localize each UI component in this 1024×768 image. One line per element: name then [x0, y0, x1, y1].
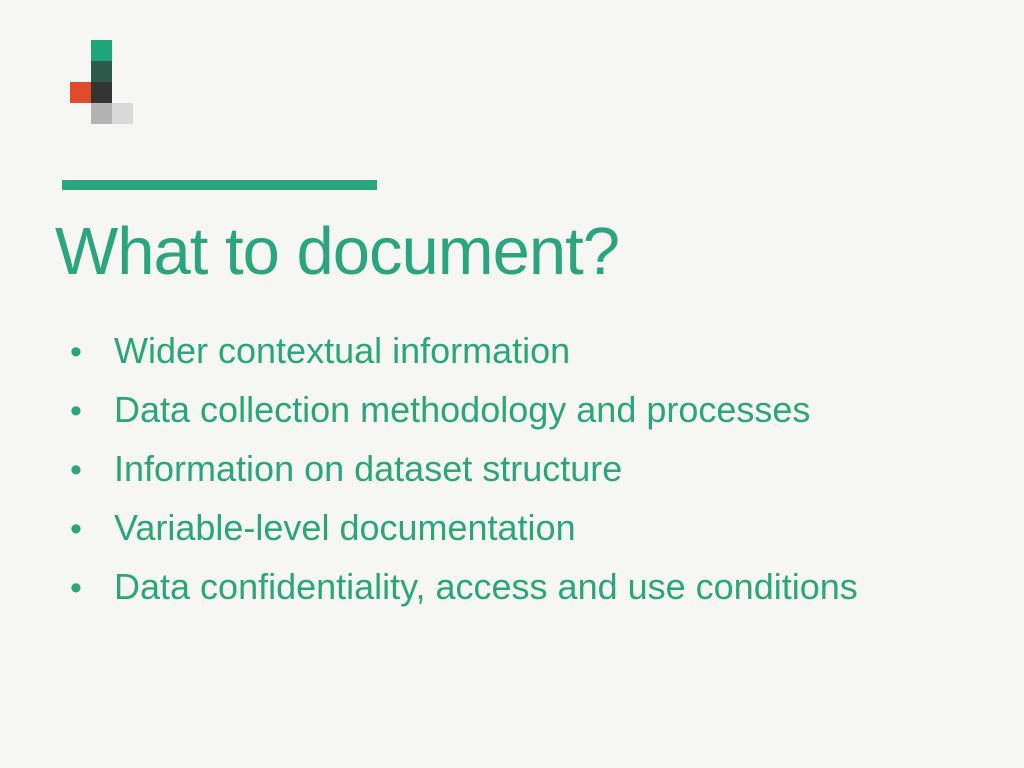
logo-block-icon — [70, 82, 91, 103]
bullet-icon: • — [62, 571, 114, 605]
bullet-icon: • — [62, 453, 114, 487]
slide-logo — [70, 40, 134, 124]
logo-block-icon — [91, 61, 112, 82]
list-item-label: Data confidentiality, access and use con… — [114, 564, 858, 609]
logo-block-icon — [91, 82, 112, 103]
list-item: • Wider contextual information — [62, 328, 1004, 373]
bullet-icon: • — [62, 512, 114, 546]
bullet-list: • Wider contextual information • Data co… — [62, 328, 1004, 623]
logo-block-icon — [91, 103, 112, 124]
list-item: • Data collection methodology and proces… — [62, 387, 1004, 432]
list-item-label: Information on dataset structure — [114, 446, 622, 491]
title-rule — [62, 180, 377, 190]
logo-block-icon — [112, 103, 133, 124]
list-item-label: Wider contextual information — [114, 328, 570, 373]
bullet-icon: • — [62, 335, 114, 369]
list-item: • Information on dataset structure — [62, 446, 1004, 491]
slide-title: What to document? — [55, 213, 619, 290]
logo-block-icon — [91, 40, 112, 61]
list-item: • Variable-level documentation — [62, 505, 1004, 550]
list-item: • Data confidentiality, access and use c… — [62, 564, 1004, 609]
bullet-icon: • — [62, 394, 114, 428]
list-item-label: Variable-level documentation — [114, 505, 576, 550]
list-item-label: Data collection methodology and processe… — [114, 387, 810, 432]
